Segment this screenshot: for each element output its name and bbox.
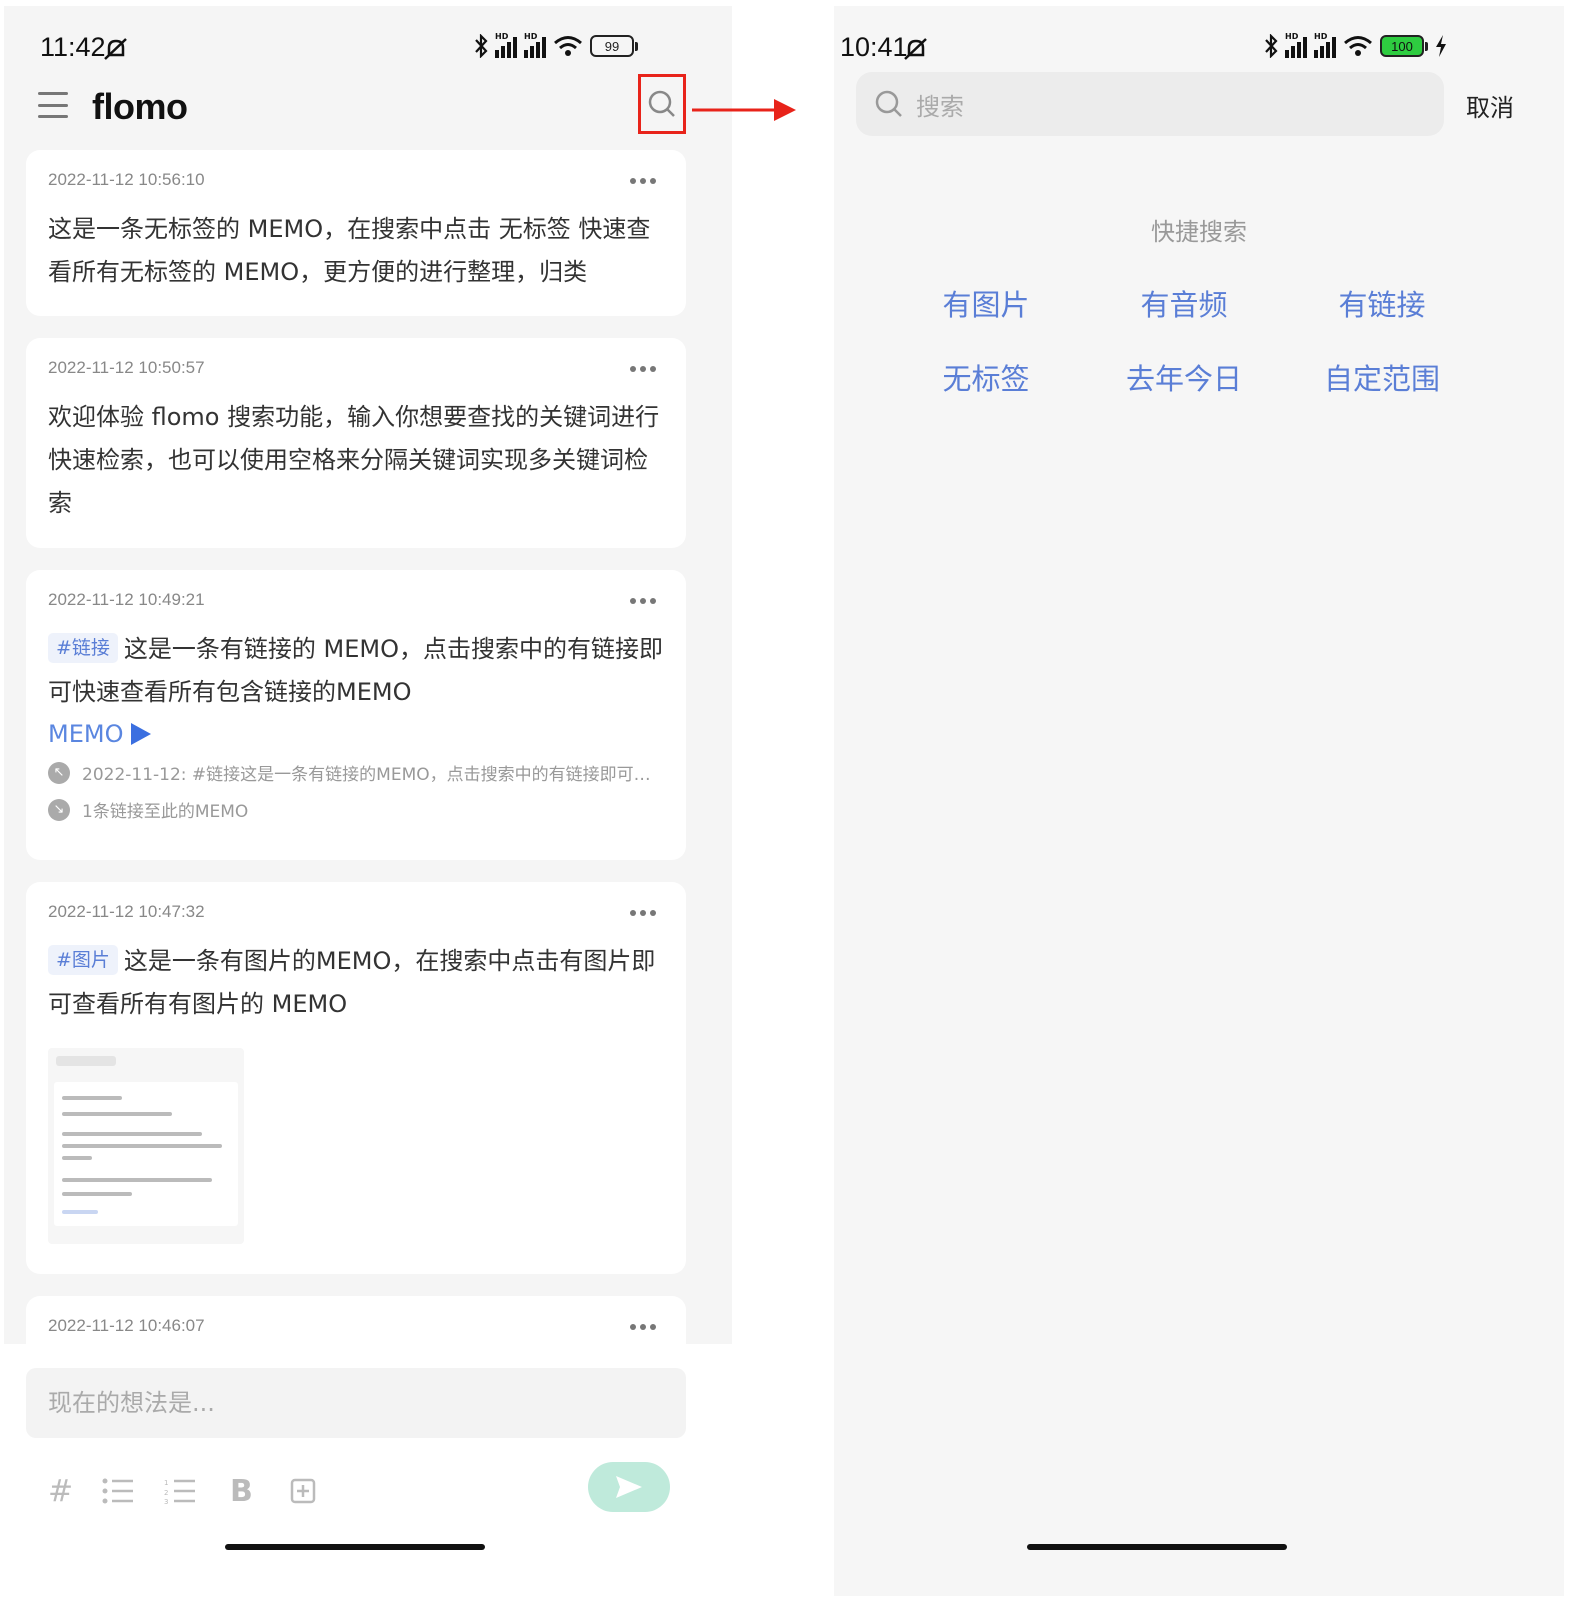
quick-search-has-link[interactable]: 有链接: [1282, 282, 1482, 324]
memo-image-thumbnail[interactable]: [48, 1048, 244, 1244]
memo-time: 2022-11-12 10:56:10: [48, 170, 205, 189]
more-icon[interactable]: [630, 178, 656, 184]
cancel-button[interactable]: 取消: [1466, 88, 1514, 123]
home-indicator: [1027, 1544, 1287, 1550]
signal-2-icon: HD: [1314, 32, 1336, 58]
memo-card[interactable]: 2022-11-12 10:50:57 欢迎体验 flomo 搜索功能，输入你想…: [26, 338, 686, 548]
menu-icon[interactable]: [38, 92, 68, 118]
memo-time: 2022-11-12 10:50:57: [48, 358, 205, 377]
outgoing-reference-text: 2022-11-12: #链接这是一条有链接的MEMO，点击搜索中的有链接即可…: [82, 765, 651, 785]
status-icons: HD HD 99: [474, 32, 638, 58]
more-icon[interactable]: [630, 366, 656, 372]
numbered-list-icon[interactable]: 1 23: [164, 1478, 196, 1504]
transition-arrow-icon: [692, 99, 796, 121]
home-indicator: [225, 1544, 485, 1550]
signal-1-icon: HD: [495, 32, 517, 58]
bluetooth-icon: [1265, 34, 1278, 58]
quick-search-has-image[interactable]: 有图片: [886, 282, 1086, 324]
signal-2-icon: HD: [524, 32, 546, 58]
memo-input[interactable]: 现在的想法是...: [26, 1368, 686, 1438]
mute-icon: [104, 38, 127, 60]
status-bar: 10:41 HD HD 100: [834, 26, 1564, 70]
incoming-reference[interactable]: ↘ 1条链接至此的MEMO: [48, 797, 664, 822]
quick-search-custom-range[interactable]: 自定范围: [1282, 356, 1482, 398]
more-icon[interactable]: [630, 598, 656, 604]
more-icon[interactable]: [630, 1324, 656, 1330]
add-image-icon[interactable]: [290, 1478, 316, 1504]
more-icon[interactable]: [630, 910, 656, 916]
svg-text:2: 2: [164, 1489, 168, 1497]
quick-search-untagged[interactable]: 无标签: [886, 356, 1086, 398]
memo-body: #链接 这是一条有链接的 MEMO，点击搜索中的有链接即可快速查看所有包含链接的M…: [48, 628, 664, 714]
search-input[interactable]: 搜索: [856, 72, 1444, 136]
bluetooth-icon: [475, 34, 488, 58]
memo-text: 这是一条有链接的 MEMO，点击搜索中的有链接即可快速查看所有包含链接的MEMO: [48, 635, 664, 706]
search-icon: [875, 90, 902, 117]
memo-body: #图片 这是一条有图片的MEMO，在搜索中点击有图片即可查看所有有图片的 MEMO: [48, 940, 664, 1026]
memo-text: 这是一条有图片的MEMO，在搜索中点击有图片即可查看所有有图片的 MEMO: [48, 947, 656, 1018]
memo-time: 2022-11-12 10:46:07: [48, 1316, 205, 1335]
play-icon: [131, 723, 152, 745]
status-time: 11:42: [40, 32, 106, 62]
send-icon: [616, 1476, 642, 1498]
memo-card[interactable]: 2022-11-12 10:47:32 #图片 这是一条有图片的MEMO，在搜索中…: [26, 882, 686, 1274]
svg-text:1: 1: [164, 1479, 168, 1487]
status-icons: HD HD 100: [1264, 32, 1447, 58]
memo-card[interactable]: 2022-11-12 10:49:21 #链接 这是一条有链接的 MEMO，点击搜…: [26, 570, 686, 860]
bullet-list-icon[interactable]: [102, 1478, 134, 1504]
quick-search-has-audio[interactable]: 有音频: [1084, 282, 1284, 324]
incoming-reference-text: 1条链接至此的MEMO: [82, 802, 249, 822]
memo-time: 2022-11-12 10:47:32: [48, 902, 205, 921]
arrow-down-right-icon: ↘: [48, 798, 70, 821]
tag-image[interactable]: #图片: [48, 945, 118, 975]
right-screen: 10:41 HD HD 100 搜索 取消 快捷搜索 有图片 有音频 有链接 无…: [834, 6, 1564, 1596]
memo-text: 欢迎体验 flomo 搜索功能，输入你想要查找的关键词进行快速检索，也可以使用空…: [48, 403, 660, 517]
send-button[interactable]: [588, 1462, 670, 1512]
quick-search-on-this-day[interactable]: 去年今日: [1084, 356, 1284, 398]
signal-1-icon: HD: [1285, 32, 1307, 58]
memo-card[interactable]: 2022-11-12 10:56:10 这是一条无标签的 MEMO，在搜索中点击…: [26, 150, 686, 316]
bold-button[interactable]: B: [230, 1474, 253, 1509]
memo-link[interactable]: MEMO: [48, 720, 664, 748]
battery-icon: 99: [590, 35, 638, 57]
status-bar: 11:42 HD HD 99: [4, 26, 732, 70]
search-button[interactable]: [638, 74, 686, 134]
arrow-up-left-icon: ↖: [48, 761, 70, 784]
left-screen: 11:42 HD HD 99 flomo 2022-11-12 10:56:10…: [4, 6, 732, 1596]
quick-search-title: 快捷搜索: [1151, 218, 1247, 246]
wifi-icon: [554, 36, 582, 56]
search-placeholder: 搜索: [916, 92, 964, 121]
tag-link[interactable]: #链接: [48, 633, 118, 663]
composer: 现在的想法是... # 1 23 B: [4, 1344, 732, 1596]
app-logo: flomo: [92, 86, 188, 127]
wifi-icon: [1344, 36, 1372, 56]
hashtag-button[interactable]: #: [48, 1474, 73, 1509]
status-time: 10:41: [840, 32, 908, 62]
svg-text:3: 3: [164, 1498, 168, 1504]
search-icon: [648, 90, 675, 117]
memo-time: 2022-11-12 10:49:21: [48, 590, 205, 609]
memo-text: 这是一条无标签的 MEMO，在搜索中点击 无标签 快速查看所有无标签的 MEMO…: [48, 215, 651, 286]
charging-icon: [1436, 35, 1446, 57]
battery-icon: 100: [1380, 35, 1428, 57]
outgoing-reference[interactable]: ↖ 2022-11-12: #链接这是一条有链接的MEMO，点击搜索中的有链接即可…: [48, 760, 664, 785]
mute-icon: [904, 38, 927, 60]
memo-link-label: MEMO: [48, 720, 124, 748]
